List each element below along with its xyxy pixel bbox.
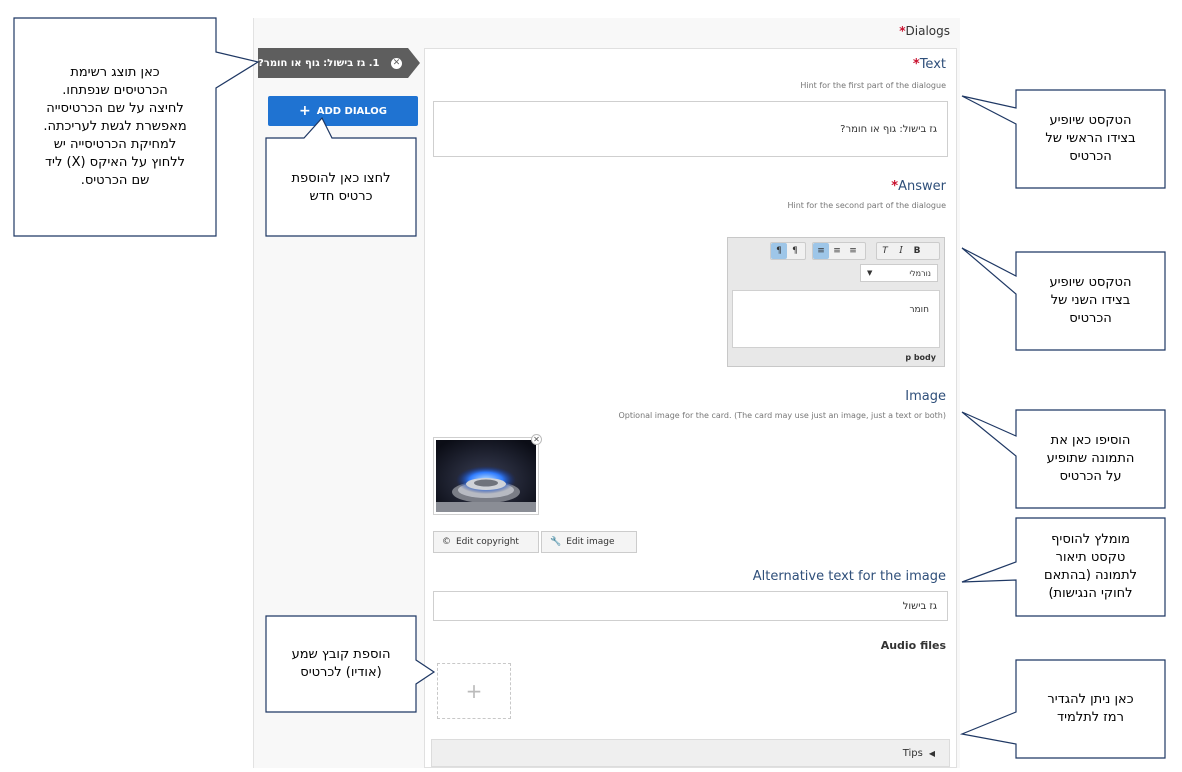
align-group: ≡ ≡ ≡: [812, 242, 866, 260]
image-field-title: Image: [905, 389, 946, 404]
add-dialog-button[interactable]: + ADD DIALOG: [268, 96, 418, 126]
style-group: T I B: [876, 242, 940, 260]
caret-left-icon: ◀: [928, 748, 935, 758]
clear-format-icon[interactable]: T: [877, 243, 893, 259]
edit-image-button[interactable]: 🔧 Edit image: [541, 531, 637, 553]
remove-dialog-icon[interactable]: ✕: [391, 57, 402, 69]
alt-text-field-title: Alternative text for the image: [752, 569, 946, 584]
tips-label: Tips: [902, 747, 923, 759]
answer-field-hint: Hint for the second part of the dialogue: [787, 201, 946, 210]
add-dialog-label: ADD DIALOG: [316, 105, 388, 117]
callout-image-text: הוסיפו כאן את התמונה שתופיע על הכרטיס: [1046, 433, 1135, 484]
dialog-list-item[interactable]: ✕ 1. גז בישול: גוף או חומר?: [258, 48, 420, 78]
ltr-icon[interactable]: ¶: [787, 243, 803, 259]
dropdown-arrow-icon: ▼: [867, 269, 873, 277]
callout-second-side-text: הטקסט שיופיע בצידו השני של הכרטיס: [1049, 275, 1132, 326]
italic-icon[interactable]: I: [893, 243, 909, 259]
callout-list-text: כאן תוצג רשימת הכרטיסים שנפתחו. לחיצה על…: [43, 65, 187, 188]
align-center-icon[interactable]: ≡: [829, 243, 845, 259]
dialog-item-label: 1. גז בישול: גוף או חומר?: [258, 57, 380, 69]
bold-icon[interactable]: B: [909, 243, 925, 259]
callout-tips-text: כאן ניתן להגדיר רמז לתלמיד: [1047, 692, 1134, 725]
format-select[interactable]: נורמלי ▼: [860, 264, 938, 282]
image-field-hint: Optional image for the card. (The card m…: [618, 411, 946, 420]
element-path: p body: [905, 353, 936, 362]
plus-icon: +: [465, 679, 483, 703]
edit-copyright-label: Edit copyright: [456, 537, 519, 547]
answer-input[interactable]: חומר: [732, 290, 940, 348]
dialog-list: ✕ 1. גז בישול: גוף או חומר? + ADD DIALOG: [258, 48, 420, 126]
alt-text-input[interactable]: גז בישול: [433, 591, 948, 621]
edit-copyright-button[interactable]: © Edit copyright: [433, 531, 539, 553]
tips-toggle[interactable]: ◀ Tips: [431, 739, 950, 767]
dialogs-label: *Dialogs: [899, 24, 950, 38]
gas-burner-image: [436, 440, 536, 512]
rtl-icon[interactable]: ¶: [771, 243, 787, 259]
callout-alt-text: מומלץ להוסיף טקסט תיאור לתמונה (בהתאם לח…: [1043, 532, 1138, 601]
rte-toolbar: ¶ ¶ ≡ ≡ ≡ T I B נורמלי ▼: [728, 238, 944, 290]
answer-field-title: *Answer: [891, 179, 946, 194]
audio-field-title: Audio files: [880, 639, 946, 652]
text-field-hint: Hint for the first part of the dialogue: [800, 81, 946, 90]
text-field-title: *Text: [912, 57, 946, 72]
plus-icon: +: [298, 103, 311, 119]
dialog-form: *Text Hint for the first part of the dia…: [424, 48, 957, 768]
copyright-icon: ©: [442, 537, 451, 547]
format-select-value: נורמלי: [909, 268, 931, 278]
wrench-icon: 🔧: [550, 537, 562, 547]
add-audio-button[interactable]: +: [437, 663, 511, 719]
text-input[interactable]: גז בישול: גוף או חומר?: [433, 101, 948, 157]
callout-first-side-text: הטקסט שיופיע בצידו הראשי של הכרטיס: [1045, 113, 1136, 164]
direction-group: ¶ ¶: [770, 242, 806, 260]
align-left-icon[interactable]: ≡: [845, 243, 861, 259]
align-right-icon[interactable]: ≡: [813, 243, 829, 259]
callout-add-text: לחצו כאן להוספת כרטיס חדש: [291, 171, 391, 204]
image-thumbnail[interactable]: ✕: [433, 434, 542, 515]
answer-rich-text-editor: ¶ ¶ ≡ ≡ ≡ T I B נורמלי ▼ חומר p body: [727, 237, 945, 367]
callout-audio-text: הוספת קובץ שמע (אודיו) לכרטיס: [291, 647, 391, 680]
edit-image-label: Edit image: [566, 537, 615, 547]
remove-image-icon[interactable]: ✕: [531, 434, 542, 445]
